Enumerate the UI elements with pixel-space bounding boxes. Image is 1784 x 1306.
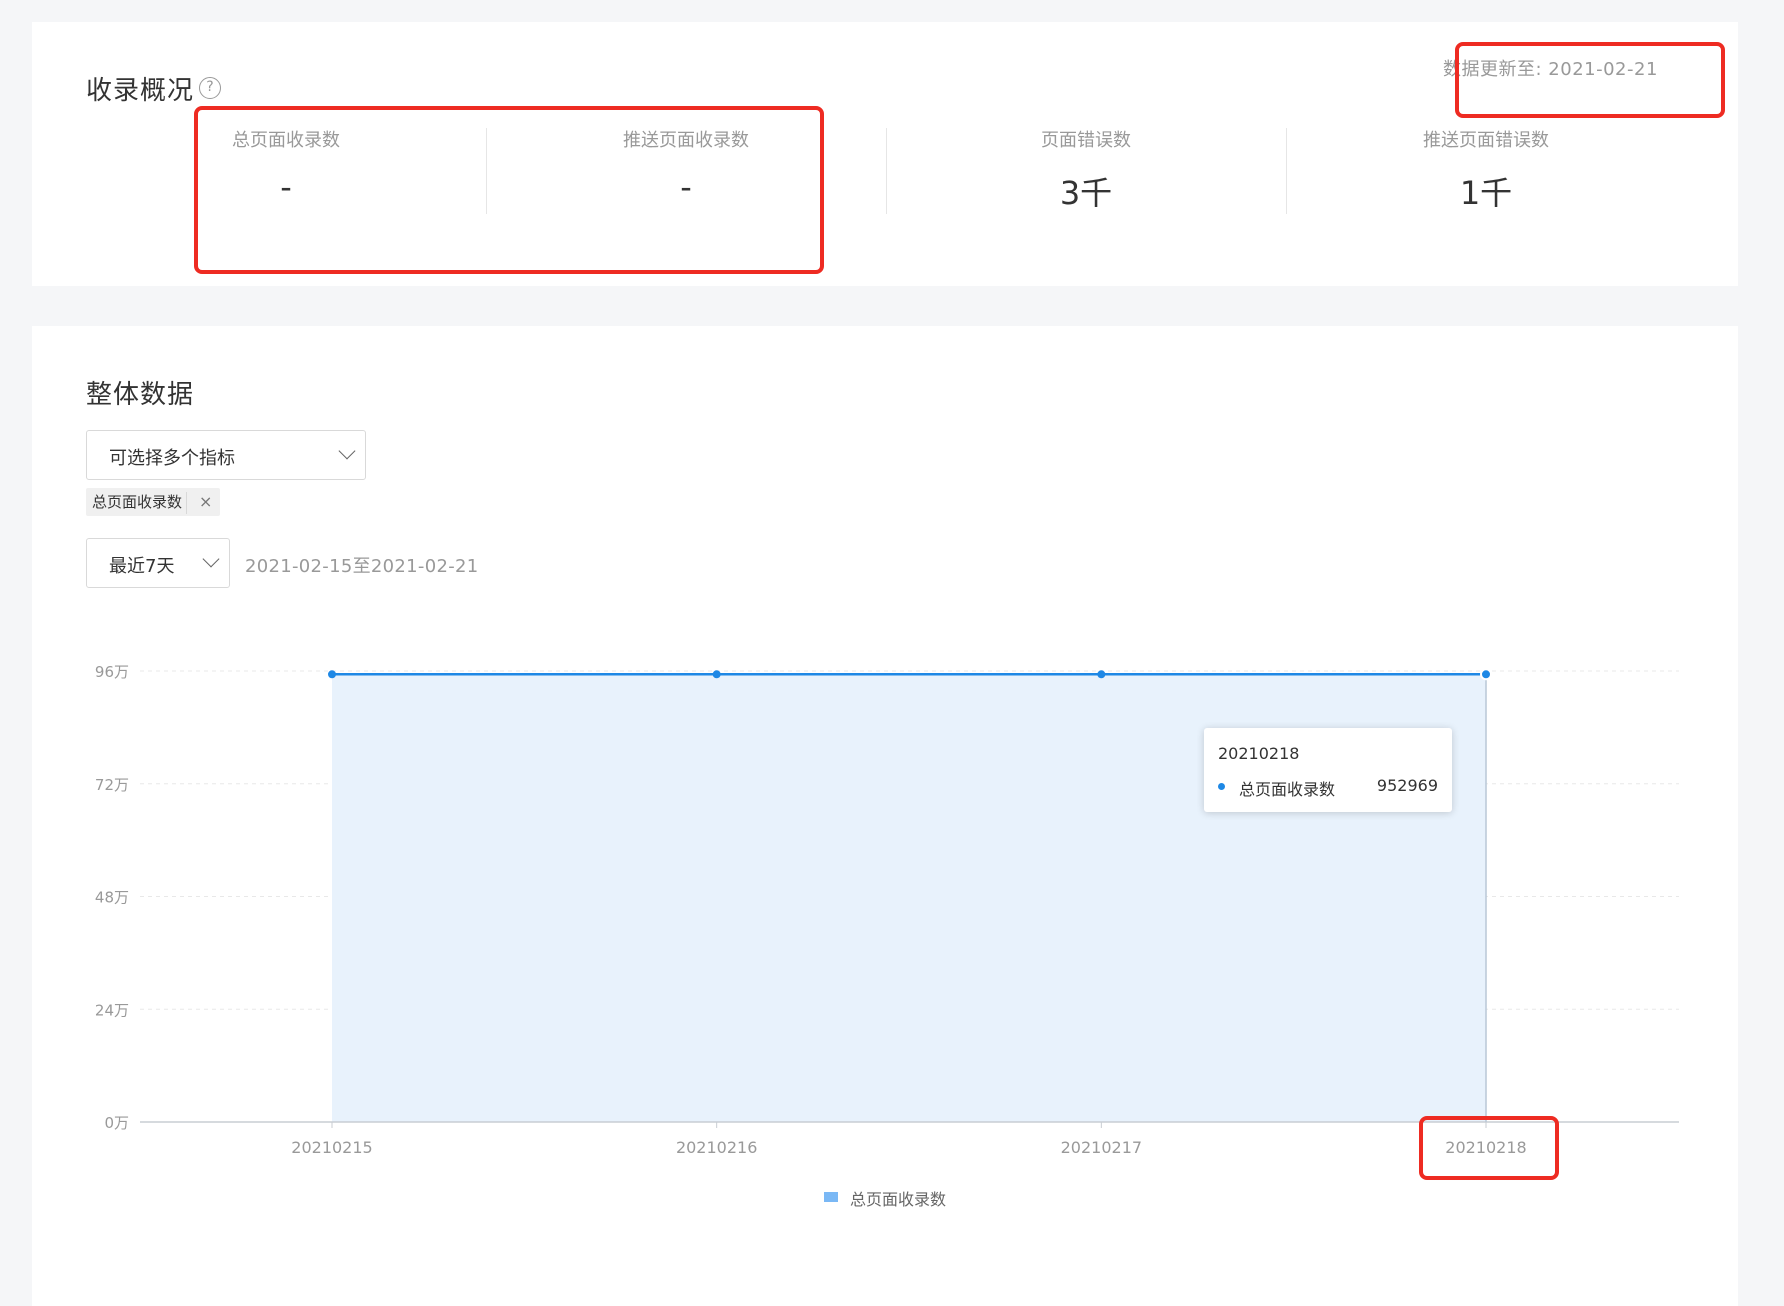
highlight-box-last-date	[1419, 1116, 1559, 1180]
y-tick-label: 0万	[104, 1114, 129, 1132]
tooltip-series-value: 952969	[1376, 776, 1438, 795]
y-tick-label: 72万	[95, 776, 129, 794]
y-tick-label: 24万	[95, 1001, 129, 1019]
tooltip-series-name: 总页面收录数	[1239, 780, 1336, 799]
data-point	[712, 670, 721, 679]
data-point	[1097, 670, 1106, 679]
highlight-box-indexed-stats	[194, 106, 824, 274]
tooltip-series-dot	[1218, 783, 1225, 790]
tooltip-title: 20210218	[1218, 744, 1300, 763]
highlight-box-update-date	[1455, 42, 1725, 118]
x-tick-label: 20210216	[676, 1138, 757, 1157]
x-tick-label: 20210215	[291, 1138, 372, 1157]
legend-swatch[interactable]	[824, 1192, 838, 1202]
y-tick-label: 48万	[95, 889, 129, 907]
legend-label[interactable]: 总页面收录数	[850, 1186, 946, 1210]
y-tick-label: 96万	[95, 663, 129, 681]
x-tick-label: 20210217	[1061, 1138, 1142, 1157]
data-point	[1480, 668, 1492, 681]
chart-tooltip: 20210218 总页面收录数 952969	[1204, 728, 1452, 812]
data-point	[328, 670, 336, 679]
